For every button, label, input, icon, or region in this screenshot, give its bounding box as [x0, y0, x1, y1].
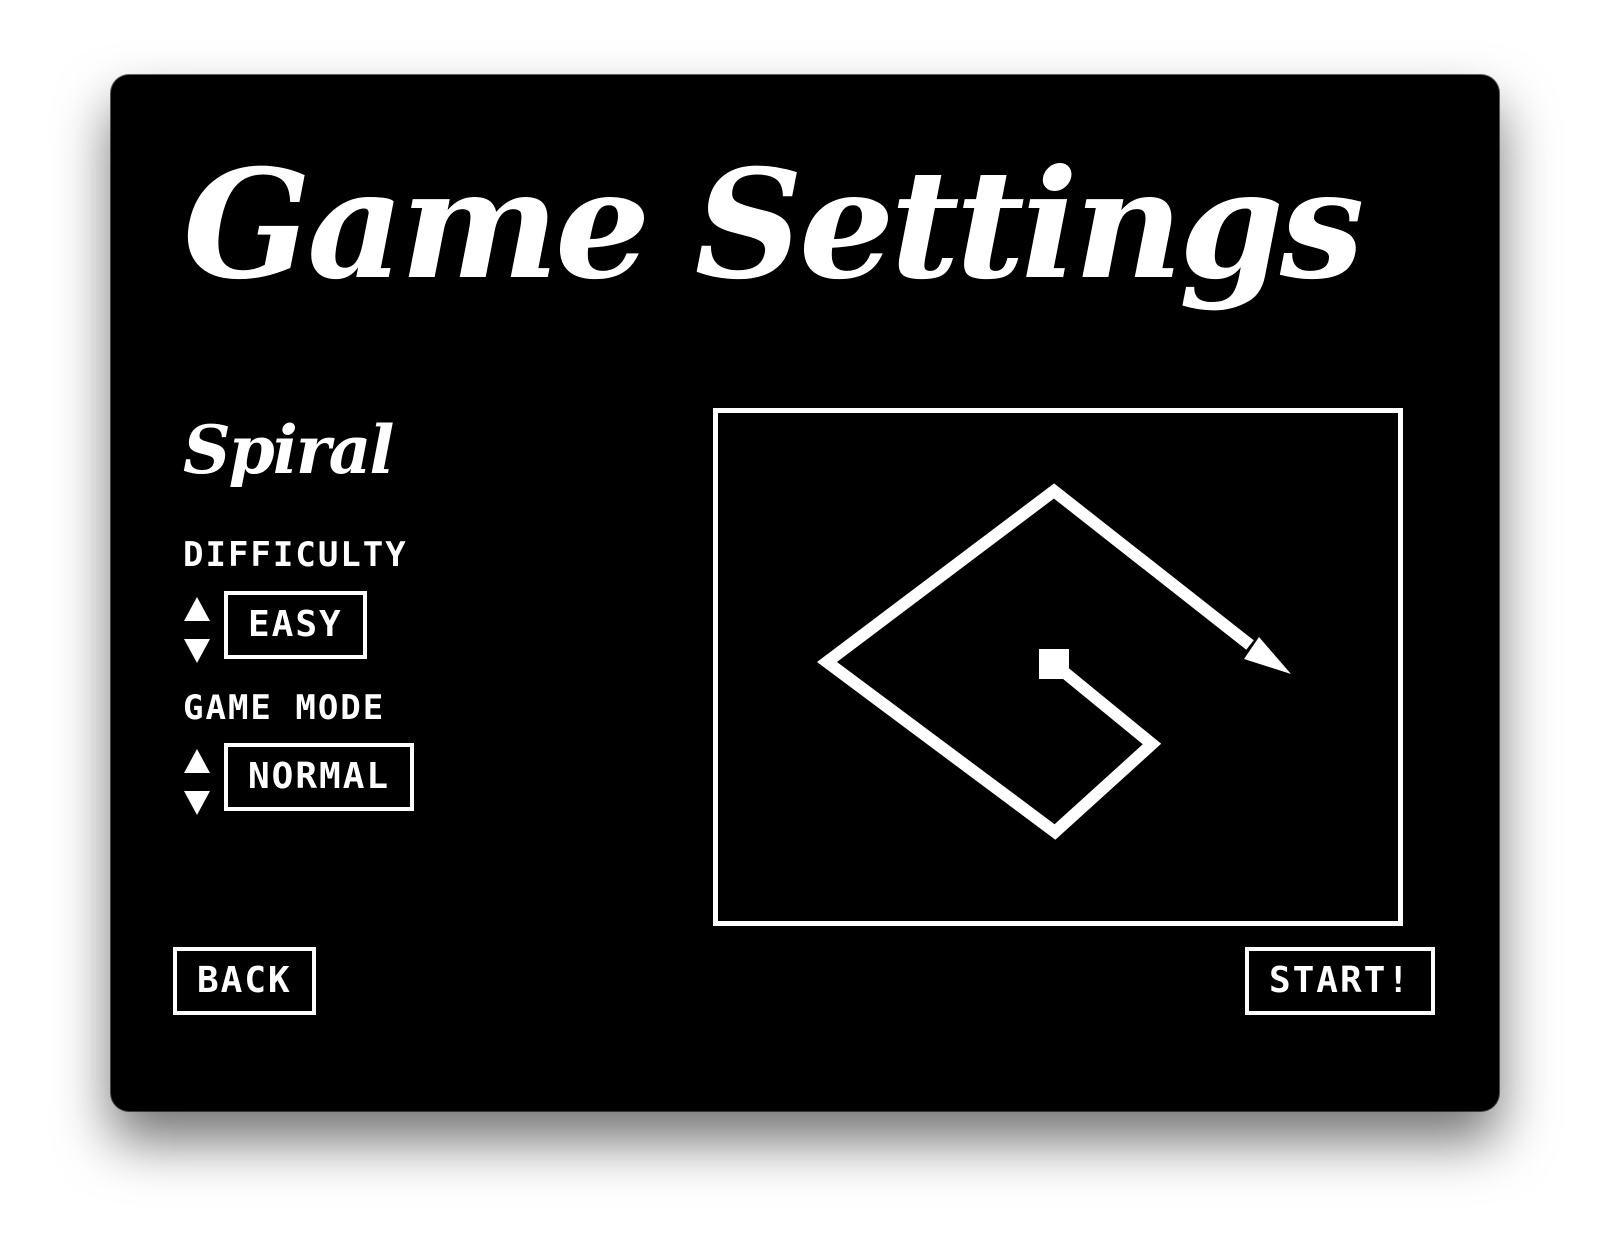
difficulty-value[interactable]: EASY [224, 591, 367, 659]
spiral-path-icon [816, 483, 1291, 840]
game-settings-window: Game Settings Spiral DIFFICULTY EASY GAM… [111, 75, 1499, 1111]
triangle-up-icon[interactable] [184, 749, 210, 773]
triangle-up-icon[interactable] [184, 597, 210, 621]
mode-preview-panel [713, 408, 1403, 926]
difficulty-stepper[interactable] [183, 597, 211, 663]
back-button[interactable]: BACK [173, 947, 316, 1015]
start-button[interactable]: START! [1244, 947, 1435, 1015]
triangle-down-icon[interactable] [184, 639, 210, 663]
game-mode-label: GAME MODE [183, 688, 386, 728]
mode-name-heading: Spiral [183, 411, 394, 489]
triangle-down-icon[interactable] [184, 791, 210, 815]
game-mode-stepper[interactable] [183, 749, 211, 815]
difficulty-label: DIFFICULTY [183, 535, 408, 575]
page-title: Game Settings [183, 137, 1364, 313]
game-mode-value[interactable]: NORMAL [224, 743, 415, 811]
